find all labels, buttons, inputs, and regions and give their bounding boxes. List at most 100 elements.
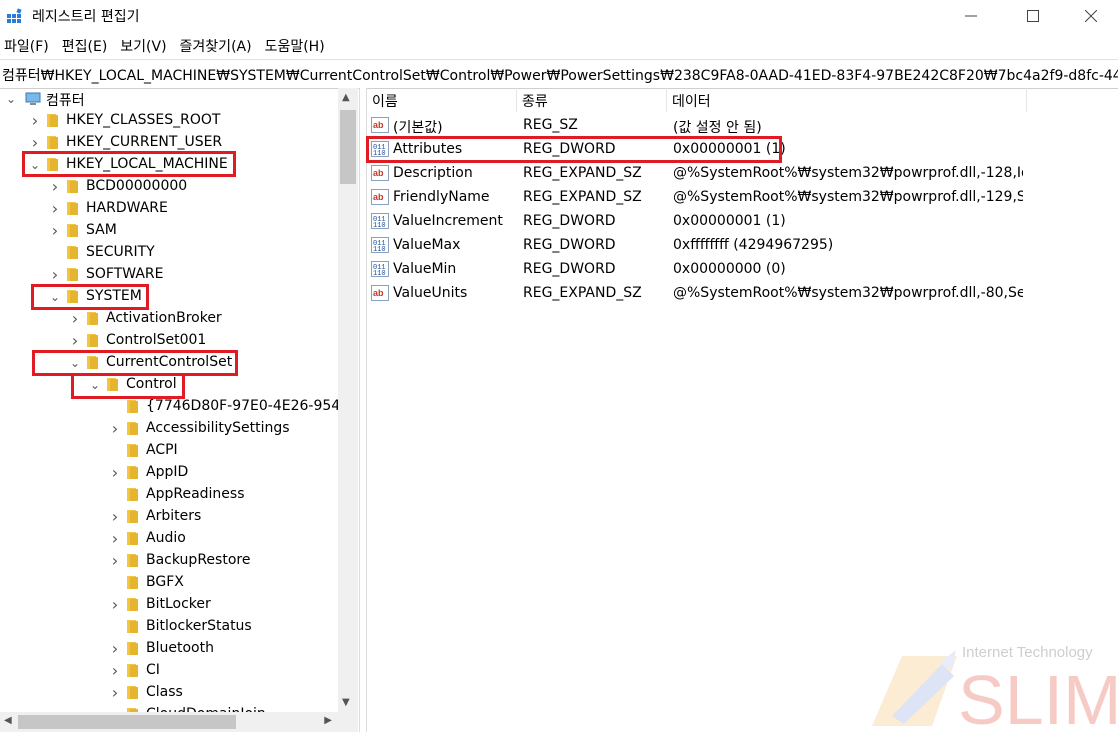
value-name: ValueMin: [393, 261, 457, 277]
tree-item[interactable]: ⌄ SYSTEM: [0, 286, 338, 308]
tree-item[interactable]: › Arbiters: [0, 506, 338, 528]
chevron-right-icon[interactable]: ›: [68, 332, 82, 350]
tree-item[interactable]: › SOFTWARE: [0, 264, 338, 286]
chevron-right-icon[interactable]: ›: [48, 266, 62, 284]
tree-item[interactable]: {7746D80F-97E0-4E26-9543-: [0, 396, 338, 418]
value-row[interactable]: 011 110 Attributes REG_DWORD 0x00000001 (1): [366, 137, 1118, 161]
scroll-left-icon[interactable]: ◀: [4, 715, 12, 726]
tree-item[interactable]: › HKEY_CURRENT_USER: [0, 132, 338, 154]
chevron-down-icon[interactable]: ⌄: [48, 288, 62, 306]
tree-item[interactable]: › BackupRestore: [0, 550, 338, 572]
tree-item[interactable]: › Bluetooth: [0, 638, 338, 660]
chevron-right-icon[interactable]: ›: [28, 134, 42, 152]
tree-item[interactable]: › Class: [0, 682, 338, 704]
tree-root[interactable]: ⌄ 컴퓨터: [0, 88, 338, 110]
chevron-down-icon[interactable]: ⌄: [88, 376, 102, 394]
chevron-right-icon[interactable]: ›: [108, 420, 122, 438]
tree-item[interactable]: BitlockerStatus: [0, 616, 338, 638]
chevron-right-icon[interactable]: ›: [68, 310, 82, 328]
tree-item[interactable]: › Audio: [0, 528, 338, 550]
tree-item[interactable]: › ControlSet001: [0, 330, 338, 352]
scroll-down-icon[interactable]: ▼: [342, 697, 350, 708]
chevron-down-icon[interactable]: ⌄: [28, 156, 42, 174]
folder-icon: [47, 158, 58, 171]
chevron-right-icon[interactable]: ›: [108, 596, 122, 614]
value-row[interactable]: 011 110 ValueMax REG_DWORD 0xffffffff (42949…: [366, 233, 1118, 257]
folder-icon: [127, 444, 138, 457]
value-row[interactable]: ab ValueUnits REG_EXPAND_SZ @%SystemRoot%₩s…: [366, 281, 1118, 305]
tree-item[interactable]: › CI: [0, 660, 338, 682]
menu-favorites[interactable]: 즐겨찾기(A): [176, 34, 257, 58]
value-data: (값 설정 안 됨): [673, 120, 762, 136]
chevron-down-icon[interactable]: ⌄: [4, 90, 18, 108]
address-bar[interactable]: 컴퓨터₩HKEY_LOCAL_MACHINE₩SYSTEM₩CurrentCon…: [0, 59, 1118, 89]
tree-item[interactable]: › HKEY_CLASSES_ROOT: [0, 110, 338, 132]
minimize-button[interactable]: [948, 0, 994, 32]
chevron-right-icon[interactable]: ›: [108, 508, 122, 526]
watermark-tagline: Internet Technology: [962, 644, 1093, 661]
tree-item[interactable]: › BCD00000000: [0, 176, 338, 198]
tree-horizontal-scrollbar[interactable]: ◀ ▶: [0, 712, 338, 732]
value-row[interactable]: 011 110 ValueIncrement REG_DWORD 0x00000001 …: [366, 209, 1118, 233]
menu-view[interactable]: 보기(V): [116, 34, 171, 58]
tree-item[interactable]: SECURITY: [0, 242, 338, 264]
tree-item[interactable]: › AccessibilitySettings: [0, 418, 338, 440]
scroll-up-icon[interactable]: ▲: [342, 92, 350, 103]
tree-item[interactable]: ›CloudDomainJoin: [0, 704, 338, 712]
chevron-right-icon[interactable]: ›: [48, 178, 62, 196]
chevron-right-icon[interactable]: ›: [108, 464, 122, 482]
tree-item[interactable]: › SAM: [0, 220, 338, 242]
value-row[interactable]: ab Description REG_EXPAND_SZ @%SystemRoot%₩…: [366, 161, 1118, 185]
binary-value-icon: 011110: [371, 213, 389, 230]
folder-icon: [47, 136, 58, 149]
menu-file[interactable]: 파일(F): [0, 34, 54, 58]
chevron-right-icon[interactable]: ›: [48, 200, 62, 218]
tree-vertical-scrollbar[interactable]: ▲ ▼: [338, 88, 358, 712]
chevron-right-icon[interactable]: ›: [108, 530, 122, 548]
menu-edit[interactable]: 편집(E): [58, 34, 113, 58]
tree-item[interactable]: ⌄ CurrentControlSet: [0, 352, 338, 374]
value-row[interactable]: ab (기본값) REG_SZ (값 설정 안 됨): [366, 113, 1118, 137]
folder-icon: [127, 532, 138, 545]
tree-item-label: HKEY_LOCAL_MACHINE: [66, 156, 228, 172]
value-row[interactable]: ab FriendlyName REG_EXPAND_SZ @%SystemRoot%…: [366, 185, 1118, 209]
maximize-button[interactable]: [1010, 0, 1056, 32]
tree-item[interactable]: BGFX: [0, 572, 338, 594]
chevron-down-icon[interactable]: ⌄: [68, 354, 82, 372]
value-name: Description: [393, 165, 473, 181]
tree-item-label: Bluetooth: [146, 640, 214, 656]
folder-icon: [107, 378, 118, 391]
tree-item[interactable]: AppReadiness: [0, 484, 338, 506]
tree-item[interactable]: › HARDWARE: [0, 198, 338, 220]
chevron-right-icon[interactable]: ›: [108, 684, 122, 702]
folder-icon: [67, 246, 78, 259]
folder-icon: [127, 598, 138, 611]
tree-item[interactable]: › ActivationBroker: [0, 308, 338, 330]
column-name[interactable]: 이름: [366, 88, 517, 112]
chevron-right-icon[interactable]: ›: [28, 112, 42, 130]
chevron-right-icon[interactable]: ›: [108, 640, 122, 658]
tree-item[interactable]: › BitLocker: [0, 594, 338, 616]
chevron-right-icon[interactable]: ›: [48, 222, 62, 240]
chevron-right-icon[interactable]: ›: [108, 662, 122, 680]
close-button[interactable]: [1068, 0, 1114, 32]
folder-icon: [127, 422, 138, 435]
address-path[interactable]: 컴퓨터₩HKEY_LOCAL_MACHINE₩SYSTEM₩CurrentCon…: [2, 65, 1118, 85]
column-data[interactable]: 데이터: [666, 88, 1027, 112]
folder-icon: [127, 686, 138, 699]
tree-item[interactable]: › AppID: [0, 462, 338, 484]
column-type[interactable]: 종류: [516, 88, 667, 112]
tree-item[interactable]: ⌄ HKEY_LOCAL_MACHINE: [0, 154, 338, 176]
tree-item-label: {7746D80F-97E0-4E26-9543-: [146, 398, 338, 414]
string-value-icon: ab: [371, 285, 389, 301]
chevron-right-icon[interactable]: ›: [108, 552, 122, 570]
binary-value-icon: 011110: [371, 141, 389, 158]
tree-item[interactable]: ACPI: [0, 440, 338, 462]
menu-help[interactable]: 도움말(H): [261, 34, 330, 58]
scroll-right-icon[interactable]: ▶: [324, 715, 332, 726]
value-row[interactable]: 011 110 ValueMin REG_DWORD 0x00000000 (0): [366, 257, 1118, 281]
scroll-thumb[interactable]: [340, 110, 356, 184]
tree-item[interactable]: ⌄ Control: [0, 374, 338, 396]
hscroll-thumb[interactable]: [18, 715, 236, 729]
registry-tree[interactable]: ⌄ 컴퓨터 › HKEY_CLASSES_ROOT › HKEY_CURRENT_US…: [0, 88, 338, 712]
